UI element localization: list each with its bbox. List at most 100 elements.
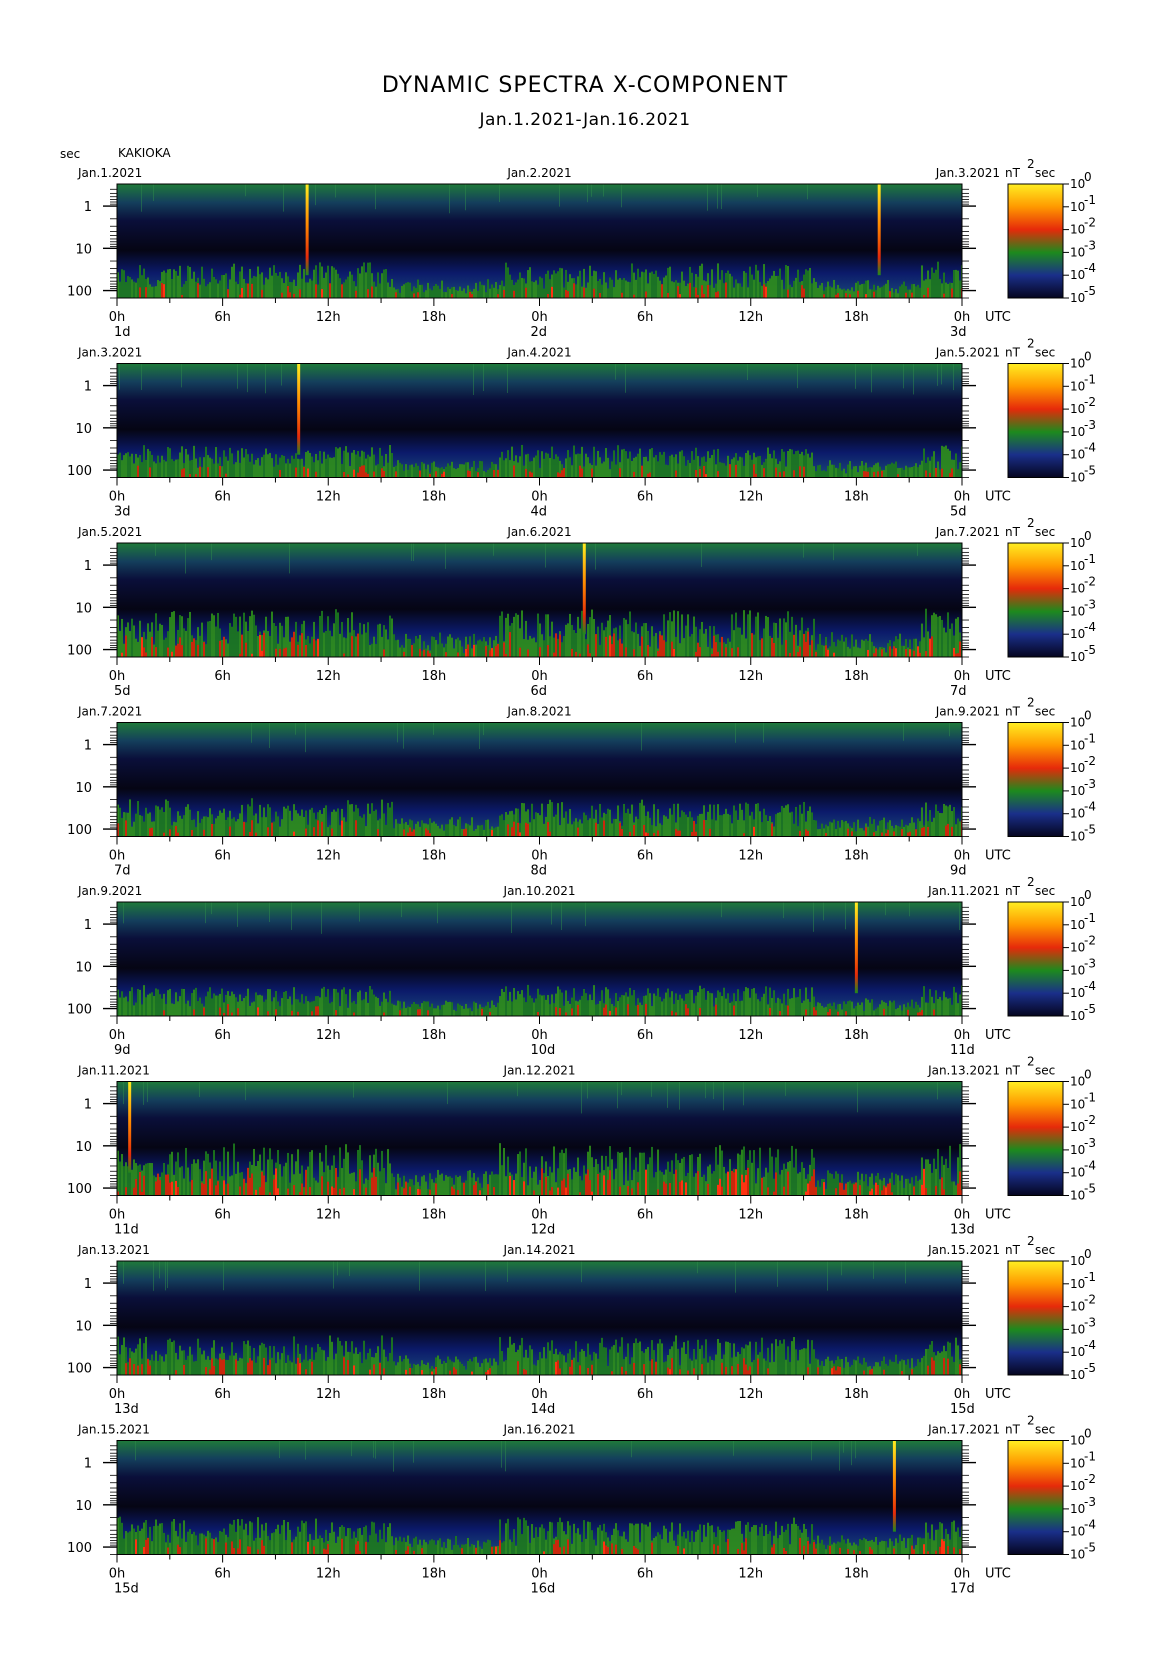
spectral-column xyxy=(953,269,955,298)
spectral-column xyxy=(469,1546,471,1555)
spectral-column xyxy=(661,1001,663,1016)
spectral-intense-column xyxy=(671,641,673,657)
spectral-column xyxy=(805,449,807,478)
spectral-intense-column xyxy=(471,1371,473,1375)
spectral-column xyxy=(431,290,433,298)
spectral-column xyxy=(623,1185,625,1196)
spectral-column xyxy=(377,1542,379,1555)
spectral-column xyxy=(841,289,843,298)
spectral-intense-column xyxy=(865,827,867,837)
spectral-column xyxy=(503,1361,505,1375)
spectral-column xyxy=(289,641,291,657)
spectral-column xyxy=(177,459,179,478)
spectral-column xyxy=(345,1341,347,1375)
spectral-intense-column xyxy=(557,1360,559,1375)
spectral-column xyxy=(309,452,311,478)
spectral-column xyxy=(401,1186,403,1196)
spectral-intense-column xyxy=(823,1182,825,1196)
spectral-column xyxy=(233,1355,235,1375)
spectral-column xyxy=(461,1363,463,1375)
spectral-intense-column xyxy=(255,832,257,837)
spectral-column xyxy=(663,277,665,298)
spectral-column xyxy=(315,1352,317,1375)
spectral-column xyxy=(303,1359,305,1375)
noise-streak xyxy=(909,902,910,917)
spectral-intense-column xyxy=(399,1010,401,1016)
spectral-column xyxy=(711,993,713,1016)
spectral-column xyxy=(323,1172,325,1196)
spectral-column xyxy=(501,814,503,837)
spectral-column xyxy=(677,611,679,657)
spectral-intense-column xyxy=(731,1170,733,1196)
spectral-column xyxy=(615,270,617,298)
spectral-column xyxy=(437,1005,439,1016)
spectral-column xyxy=(399,647,401,657)
spectral-column xyxy=(147,448,149,478)
spectral-column xyxy=(275,272,277,298)
spectral-column xyxy=(475,471,477,478)
spectral-column xyxy=(135,1002,137,1016)
spectral-column xyxy=(273,821,275,837)
spectral-column xyxy=(149,284,151,298)
noise-streak xyxy=(747,363,748,381)
spectral-intense-column xyxy=(721,636,723,657)
spectral-column xyxy=(667,1542,669,1555)
spectral-intense-column xyxy=(881,649,883,657)
spectral-column xyxy=(189,1346,191,1375)
spectral-column xyxy=(735,1001,737,1016)
spectral-column xyxy=(483,285,485,298)
spectral-column xyxy=(385,824,387,837)
spectral-intense-column xyxy=(917,1012,919,1016)
spectral-column xyxy=(127,276,129,298)
spectral-column xyxy=(183,284,185,298)
spectral-column xyxy=(517,614,519,657)
spectral-column xyxy=(493,287,495,298)
x-tick-label: 18h xyxy=(844,490,869,505)
spectral-intense-column xyxy=(165,1174,167,1196)
colorbar-tick-exponent: -2 xyxy=(1084,934,1096,948)
spectral-column xyxy=(911,817,913,837)
spectral-column xyxy=(421,1003,423,1016)
spectral-column xyxy=(615,818,617,837)
colorbar-unit-exponent: 2 xyxy=(1027,516,1035,530)
spectral-intense-column xyxy=(825,833,827,837)
spectral-column xyxy=(315,1518,317,1555)
spectral-column xyxy=(651,271,653,298)
spectral-column xyxy=(943,991,945,1016)
spectral-column xyxy=(529,1542,531,1555)
spectral-column xyxy=(345,1536,347,1555)
spectral-column xyxy=(239,1357,241,1375)
spectral-intense-column xyxy=(243,821,245,837)
noise-streak xyxy=(697,1261,698,1274)
spectral-intense-column xyxy=(355,290,357,298)
spectral-column xyxy=(263,284,265,298)
spectral-column xyxy=(679,643,681,657)
spectral-column xyxy=(459,464,461,478)
spectral-intense-column xyxy=(587,1169,589,1196)
noise-streak xyxy=(445,543,446,569)
spectral-column xyxy=(143,821,145,837)
spectral-column xyxy=(513,988,515,1016)
spectral-column xyxy=(667,1161,669,1196)
spectral-column xyxy=(483,1541,485,1555)
spectral-column xyxy=(717,1339,719,1375)
spectral-column xyxy=(955,453,957,478)
spectral-intense-column xyxy=(883,1185,885,1196)
spectral-column xyxy=(929,989,931,1016)
spectral-column xyxy=(519,1151,521,1196)
spectral-column xyxy=(755,616,757,657)
spectral-column xyxy=(331,266,333,298)
spectral-column xyxy=(347,800,349,837)
spectral-column xyxy=(377,464,379,478)
spectral-column xyxy=(765,458,767,478)
spectral-column xyxy=(941,1000,943,1016)
spectral-column xyxy=(551,1522,553,1555)
spectral-column xyxy=(477,1008,479,1016)
spectral-intense-column xyxy=(551,286,553,298)
spectral-column xyxy=(869,1002,871,1016)
spectral-column xyxy=(921,265,923,298)
spectral-column xyxy=(533,1364,535,1375)
colorbar-tick-base: 10 xyxy=(1070,830,1085,844)
spectral-column xyxy=(301,809,303,837)
spectral-column xyxy=(815,281,817,298)
